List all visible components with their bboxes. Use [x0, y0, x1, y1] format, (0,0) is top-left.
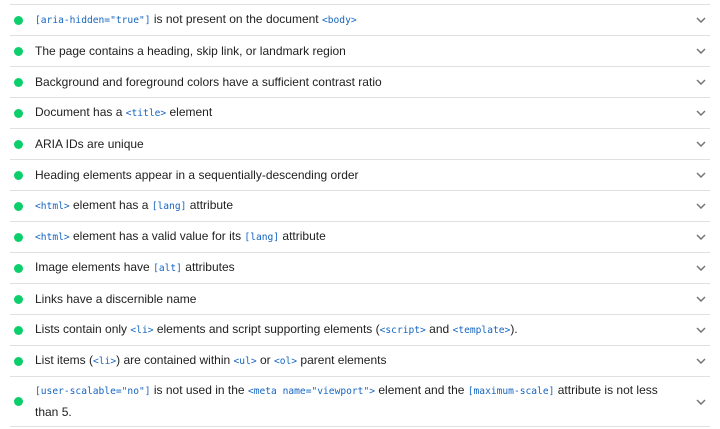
audit-title-text: Links have a discernible name: [35, 291, 197, 306]
chevron-down-icon[interactable]: [696, 79, 706, 85]
audit-title-text: ARIA IDs are unique: [35, 136, 144, 151]
audit-code-snippet: [maximum-scale]: [467, 386, 555, 397]
chevron-down-icon[interactable]: [696, 17, 706, 23]
pass-circle-icon: [14, 139, 23, 149]
audit-row[interactable]: The page contains a heading, skip link, …: [10, 36, 710, 67]
audit-title-text: Background and foreground colors have a …: [35, 74, 382, 89]
pass-circle-icon: [14, 232, 23, 242]
pass-circle-icon: [14, 356, 23, 366]
chevron-down-icon[interactable]: [696, 203, 706, 209]
audit-row[interactable]: List items (<li>) are contained within <…: [10, 346, 710, 377]
audit-title-text: List items (: [35, 353, 94, 367]
audit-code-snippet: [alt]: [153, 263, 182, 274]
audit-title: List items (<li>) are contained within <…: [35, 350, 386, 372]
audit-title-text: ).: [510, 322, 518, 336]
audit-title-text: element has a valid value for its: [69, 229, 245, 243]
pass-circle-icon: [14, 325, 23, 335]
audit-row[interactable]: Image elements have [alt] attributes: [10, 253, 710, 284]
pass-circle-icon: [14, 294, 23, 304]
audit-code-snippet: <body>: [321, 15, 357, 26]
audit-code-snippet: [user-scalable="no"]: [35, 386, 151, 397]
audit-title: Lists contain only <li> elements and scr…: [35, 319, 518, 341]
audit-title: Background and foreground colors have a …: [35, 72, 382, 93]
audit-row[interactable]: <html> element has a valid value for its…: [10, 222, 710, 253]
audit-title: The page contains a heading, skip link, …: [35, 41, 346, 62]
audit-title-text: elements and script supporting elements …: [153, 322, 380, 336]
audit-title-text: element has a: [69, 198, 152, 212]
chevron-down-icon[interactable]: [696, 234, 706, 240]
audit-row[interactable]: [aria-hidden="true"] is not present on t…: [10, 5, 710, 36]
chevron-down-icon[interactable]: [696, 327, 706, 333]
pass-circle-icon: [14, 201, 23, 211]
audit-row[interactable]: Links have a discernible name: [10, 284, 710, 315]
audit-title-text: attribute: [186, 198, 234, 212]
pass-circle-icon: [14, 170, 23, 180]
audit-title-text: and: [425, 322, 453, 336]
audit-code-snippet: <html>: [35, 201, 70, 212]
audit-title: <html> element has a [lang] attribute: [35, 195, 233, 217]
pass-circle-icon: [14, 108, 23, 118]
audit-title: Links have a discernible name: [35, 289, 196, 310]
audit-title-text: is not used in the: [150, 383, 248, 397]
audit-title-text: attribute: [279, 229, 326, 243]
audit-row[interactable]: [user-scalable="no"] is not used in the …: [10, 377, 710, 427]
chevron-down-icon[interactable]: [696, 265, 706, 271]
audit-title-text: Document has a: [35, 105, 126, 119]
audit-row[interactable]: Heading elements appear in a sequentiall…: [10, 160, 710, 191]
audit-title-text: The page contains a heading, skip link, …: [35, 43, 346, 58]
audit-code-snippet: <li>: [93, 356, 117, 367]
audit-row[interactable]: Background and foreground colors have a …: [10, 67, 710, 98]
pass-circle-icon: [14, 46, 23, 56]
chevron-down-icon[interactable]: [696, 172, 706, 178]
audit-title: [aria-hidden="true"] is not present on t…: [35, 9, 357, 31]
audit-title: Document has a <title> element: [35, 102, 212, 124]
audit-title-text: attributes: [181, 260, 235, 274]
pass-circle-icon: [14, 77, 23, 87]
audit-title-text: element and the: [375, 383, 468, 397]
audit-title-text: ) are contained within: [116, 353, 234, 367]
audit-code-snippet: <ul>: [233, 356, 257, 367]
chevron-down-icon[interactable]: [696, 141, 706, 147]
audit-code-snippet: [lang]: [244, 232, 280, 243]
chevron-down-icon[interactable]: [696, 110, 706, 116]
audit-code-snippet: <title>: [125, 108, 167, 119]
audit-title-text: Heading elements appear in a sequentiall…: [35, 167, 359, 182]
audit-row[interactable]: ARIA IDs are unique: [10, 129, 710, 160]
audit-row[interactable]: Lists contain only <li> elements and scr…: [10, 315, 710, 346]
audit-title: <html> element has a valid value for its…: [35, 226, 326, 248]
audit-code-snippet: <li>: [130, 325, 154, 336]
chevron-down-icon[interactable]: [696, 296, 706, 302]
audit-title-text: parent elements: [297, 353, 387, 367]
pass-circle-icon: [14, 397, 23, 406]
pass-circle-icon: [14, 263, 23, 273]
chevron-down-icon[interactable]: [696, 48, 706, 54]
audit-code-snippet: <html>: [35, 232, 70, 243]
audit-code-snippet: <template>: [452, 325, 511, 336]
audit-list: [aria-hidden="true"] is not present on t…: [10, 4, 710, 427]
audit-code-snippet: <meta name="viewport">: [247, 386, 376, 397]
audit-title-text: element: [166, 105, 213, 119]
pass-circle-icon: [14, 15, 23, 25]
audit-row[interactable]: <html> element has a [lang] attribute: [10, 191, 710, 222]
audit-title-text: Lists contain only: [35, 322, 131, 336]
audit-title: Image elements have [alt] attributes: [35, 257, 235, 279]
audit-code-snippet: <ol>: [273, 356, 298, 367]
chevron-down-icon[interactable]: [696, 398, 706, 405]
audit-title: ARIA IDs are unique: [35, 134, 144, 155]
audit-title-text: or: [256, 353, 274, 367]
audit-code-snippet: <script>: [379, 325, 426, 336]
audit-title-text: is not present on the document: [150, 12, 322, 26]
audit-row[interactable]: Document has a <title> element: [10, 98, 710, 129]
audit-title: Heading elements appear in a sequentiall…: [35, 165, 359, 186]
audit-code-snippet: [aria-hidden="true"]: [35, 15, 151, 26]
audit-code-snippet: [lang]: [151, 201, 187, 212]
audit-title: [user-scalable="no"] is not used in the …: [35, 377, 670, 426]
chevron-down-icon[interactable]: [696, 358, 706, 364]
audit-title-text: Image elements have: [35, 260, 154, 274]
